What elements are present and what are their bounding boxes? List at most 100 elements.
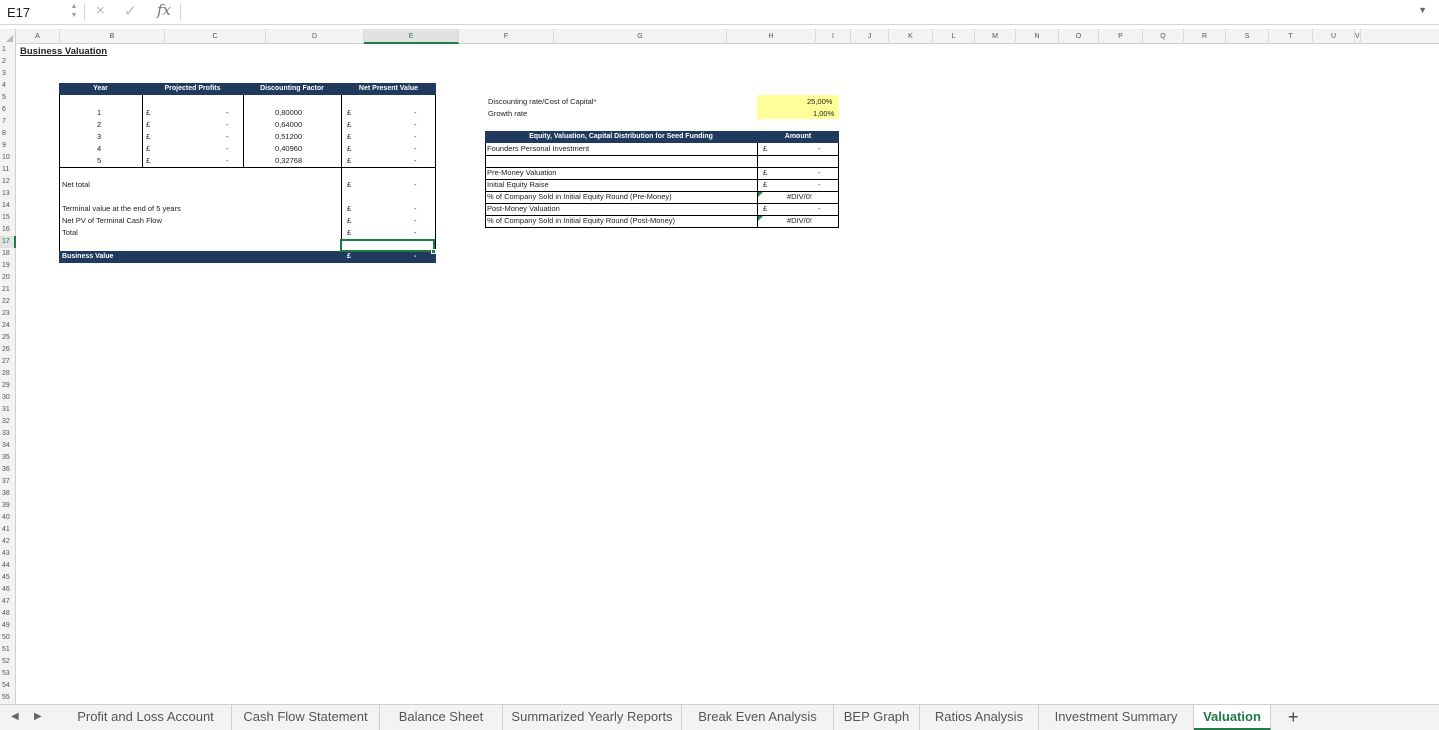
- row-header-6[interactable]: 6: [0, 104, 16, 116]
- profit-currency[interactable]: £: [146, 107, 150, 119]
- row-header-31[interactable]: 31: [0, 404, 16, 416]
- npv-currency[interactable]: £: [347, 119, 351, 131]
- sheet-tab-profit-and-loss-account[interactable]: Profit and Loss Account: [60, 705, 232, 730]
- profit-currency[interactable]: £: [146, 143, 150, 155]
- row-header-47[interactable]: 47: [0, 596, 16, 608]
- npv-currency[interactable]: £: [347, 155, 351, 167]
- founders-investment-value[interactable]: -: [818, 143, 821, 155]
- row-header-48[interactable]: 48: [0, 608, 16, 620]
- row-header-4[interactable]: 4: [0, 80, 16, 92]
- row-header-15[interactable]: 15: [0, 212, 16, 224]
- year-cell[interactable]: 2: [97, 119, 101, 131]
- column-header-r[interactable]: R: [1184, 29, 1226, 44]
- projected-profit-cell[interactable]: -: [226, 143, 229, 155]
- row-header-7[interactable]: 7: [0, 116, 16, 128]
- row-header-42[interactable]: 42: [0, 536, 16, 548]
- row-header-24[interactable]: 24: [0, 320, 16, 332]
- name-box-stepper[interactable]: ▲ ▼: [69, 2, 79, 22]
- discount-rate-value[interactable]: 25,00%: [807, 96, 832, 108]
- column-header-s[interactable]: S: [1226, 29, 1269, 44]
- column-header-i[interactable]: I: [816, 29, 851, 44]
- initial-raise-value[interactable]: -: [818, 179, 821, 191]
- row-header-18[interactable]: 18: [0, 248, 16, 260]
- error-indicator-icon[interactable]: [758, 192, 763, 197]
- name-box[interactable]: E17: [0, 0, 68, 24]
- row-header-45[interactable]: 45: [0, 572, 16, 584]
- row-header-9[interactable]: 9: [0, 140, 16, 152]
- error-indicator-icon[interactable]: [758, 216, 763, 221]
- sheet-tab-investment-summary[interactable]: Investment Summary: [1039, 705, 1194, 730]
- projected-profit-cell[interactable]: -: [226, 107, 229, 119]
- total-value[interactable]: -: [414, 227, 417, 239]
- row-header-26[interactable]: 26: [0, 344, 16, 356]
- row-header-50[interactable]: 50: [0, 632, 16, 644]
- discount-factor-cell[interactable]: 0,51200: [275, 131, 302, 143]
- row-header-14[interactable]: 14: [0, 200, 16, 212]
- sheet-tab-balance-sheet[interactable]: Balance Sheet: [380, 705, 503, 730]
- row-header-53[interactable]: 53: [0, 668, 16, 680]
- year-cell[interactable]: 3: [97, 131, 101, 143]
- pct-post-value[interactable]: #DIV/0!: [787, 215, 812, 227]
- sheet-tab-valuation[interactable]: Valuation: [1194, 705, 1271, 730]
- insert-function-icon[interactable]: fx: [157, 1, 171, 19]
- row-header-11[interactable]: 11: [0, 164, 16, 176]
- row-header-13[interactable]: 13: [0, 188, 16, 200]
- row-header-16[interactable]: 16: [0, 224, 16, 236]
- discount-factor-cell[interactable]: 0,80000: [275, 107, 302, 119]
- column-header-m[interactable]: M: [975, 29, 1016, 44]
- npv-cell[interactable]: -: [414, 131, 417, 143]
- row-header-2[interactable]: 2: [0, 56, 16, 68]
- row-header-30[interactable]: 30: [0, 392, 16, 404]
- npv-cell[interactable]: -: [414, 107, 417, 119]
- row-header-19[interactable]: 19: [0, 260, 16, 272]
- row-header-40[interactable]: 40: [0, 512, 16, 524]
- growth-rate-value[interactable]: 1,00%: [813, 108, 834, 120]
- npv-currency[interactable]: £: [347, 143, 351, 155]
- column-header-l[interactable]: L: [933, 29, 975, 44]
- row-header-41[interactable]: 41: [0, 524, 16, 536]
- row-header-35[interactable]: 35: [0, 452, 16, 464]
- row-header-32[interactable]: 32: [0, 416, 16, 428]
- add-sheet-button[interactable]: +: [1288, 707, 1299, 728]
- projected-profit-cell[interactable]: -: [226, 119, 229, 131]
- column-header-o[interactable]: O: [1059, 29, 1099, 44]
- column-header-a[interactable]: A: [16, 29, 60, 44]
- row-header-1[interactable]: 1: [0, 44, 16, 56]
- row-header-38[interactable]: 38: [0, 488, 16, 500]
- year-cell[interactable]: 5: [97, 155, 101, 167]
- confirm-icon[interactable]: ✓: [124, 2, 137, 20]
- column-header-t[interactable]: T: [1269, 29, 1313, 44]
- sheet-tab-break-even-analysis[interactable]: Break Even Analysis: [682, 705, 834, 730]
- pct-pre-value[interactable]: #DIV/0!: [787, 191, 812, 203]
- profit-currency[interactable]: £: [146, 119, 150, 131]
- sheet-tab-bep-graph[interactable]: BEP Graph: [834, 705, 920, 730]
- profit-currency[interactable]: £: [146, 131, 150, 143]
- npv-currency[interactable]: £: [347, 131, 351, 143]
- column-header-k[interactable]: K: [889, 29, 933, 44]
- net-pv-terminal-value[interactable]: -: [414, 215, 417, 227]
- row-header-36[interactable]: 36: [0, 464, 16, 476]
- npv-cell[interactable]: -: [414, 155, 417, 167]
- row-header-29[interactable]: 29: [0, 380, 16, 392]
- business-value-value[interactable]: -: [414, 251, 416, 263]
- row-header-8[interactable]: 8: [0, 128, 16, 140]
- column-header-b[interactable]: B: [60, 29, 165, 44]
- projected-profit-cell[interactable]: -: [226, 155, 229, 167]
- net-total-value[interactable]: -: [414, 179, 417, 191]
- pre-money-value[interactable]: -: [818, 167, 821, 179]
- column-header-h[interactable]: H: [727, 29, 816, 44]
- profit-currency[interactable]: £: [146, 155, 150, 167]
- column-header-v[interactable]: V: [1355, 29, 1361, 44]
- row-header-10[interactable]: 10: [0, 152, 16, 164]
- row-header-33[interactable]: 33: [0, 428, 16, 440]
- column-header-d[interactable]: D: [266, 29, 364, 44]
- column-header-e[interactable]: E: [364, 29, 459, 44]
- npv-cell[interactable]: -: [414, 119, 417, 131]
- column-header-n[interactable]: N: [1016, 29, 1059, 44]
- scroll-tabs-left-icon[interactable]: ◀: [11, 711, 19, 722]
- row-header-17[interactable]: 17: [0, 236, 16, 248]
- row-header-20[interactable]: 20: [0, 272, 16, 284]
- row-header-5[interactable]: 5: [0, 92, 16, 104]
- row-header-51[interactable]: 51: [0, 644, 16, 656]
- select-all-corner[interactable]: [0, 29, 16, 44]
